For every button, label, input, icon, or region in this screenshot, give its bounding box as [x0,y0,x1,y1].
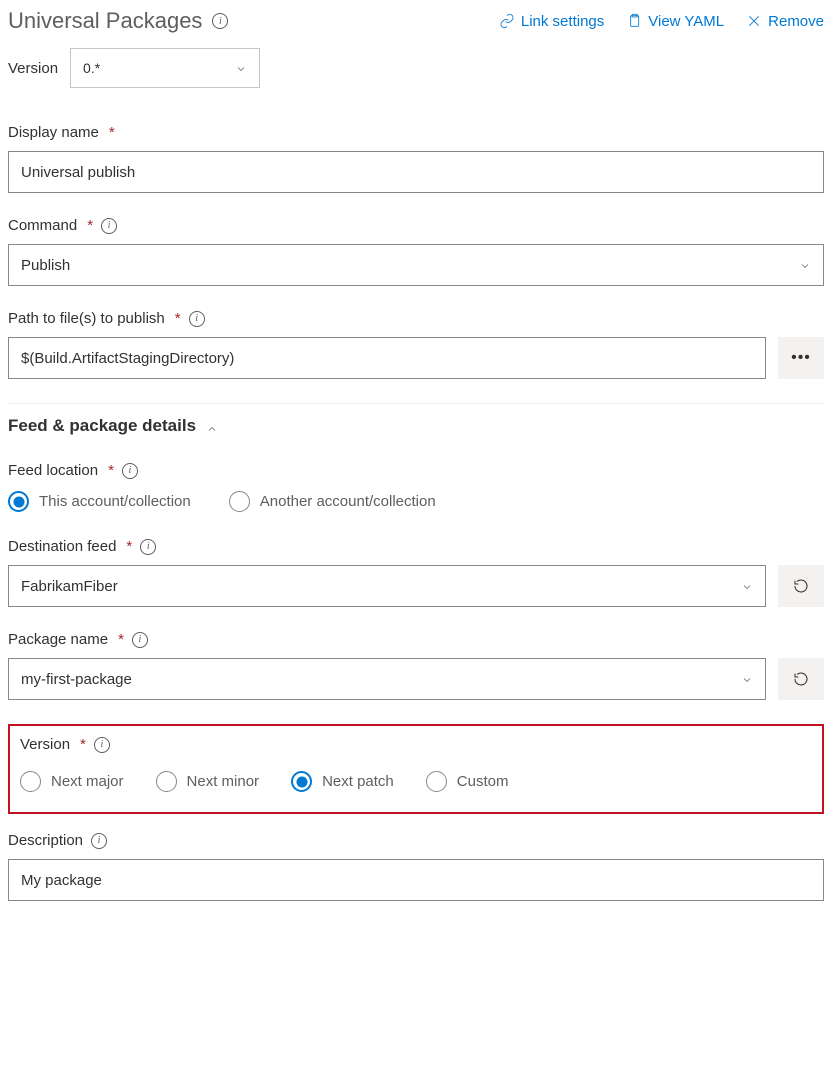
feed-location-another-label: Another account/collection [260,493,436,510]
chevron-up-icon [206,420,218,432]
chevron-down-icon [741,580,753,592]
package-name-value: my-first-package [21,671,132,688]
header-actions: Link settings View YAML Remove [499,13,824,30]
info-icon[interactable]: i [140,539,156,555]
top-version-value: 0.* [83,60,100,76]
clipboard-icon [626,13,642,29]
ellipsis-icon: ••• [791,349,811,367]
path-field: Path to file(s) to publish * i ••• [8,310,824,379]
version-patch-option[interactable]: Next patch [291,771,394,792]
path-input[interactable] [8,337,766,379]
section-title: Feed & package details [8,416,196,436]
path-label: Path to file(s) to publish [8,310,165,327]
version-minor-label: Next minor [187,773,260,790]
radio-checked-icon [291,771,312,792]
remove-button[interactable]: Remove [746,13,824,30]
info-icon[interactable]: i [122,463,138,479]
required-marker: * [85,217,93,234]
link-settings-button[interactable]: Link settings [499,13,604,30]
display-name-field: Display name * [8,124,824,193]
version-patch-label: Next patch [322,773,394,790]
feed-location-this-label: This account/collection [39,493,191,510]
required-marker: * [78,736,86,753]
header-row: Universal Packages i Link settings View … [8,8,824,34]
view-yaml-button[interactable]: View YAML [626,13,724,30]
required-marker: * [106,462,114,479]
package-name-select[interactable]: my-first-package [8,658,766,700]
destination-feed-field: Destination feed * i FabrikamFiber [8,538,824,607]
link-settings-label: Link settings [521,13,604,30]
info-icon[interactable]: i [94,737,110,753]
chevron-down-icon [799,259,811,271]
feed-location-this-option[interactable]: This account/collection [8,491,191,512]
command-label: Command [8,217,77,234]
refresh-icon [793,671,809,687]
refresh-icon [793,578,809,594]
version-major-label: Next major [51,773,124,790]
package-name-label: Package name [8,631,108,648]
title-group: Universal Packages i [8,8,228,34]
display-name-input[interactable] [8,151,824,193]
top-version-select[interactable]: 0.* [70,48,260,88]
top-version-row: Version 0.* [8,48,824,88]
page-title: Universal Packages [8,8,202,34]
command-select[interactable]: Publish [8,244,824,286]
info-icon[interactable]: i [212,13,228,29]
required-marker: * [116,631,124,648]
view-yaml-label: View YAML [648,13,724,30]
link-icon [499,13,515,29]
version-minor-option[interactable]: Next minor [156,771,260,792]
package-name-field: Package name * i my-first-package [8,631,824,700]
required-marker: * [124,538,132,555]
description-input[interactable] [8,859,824,901]
remove-label: Remove [768,13,824,30]
info-icon[interactable]: i [101,218,117,234]
destination-feed-label: Destination feed [8,538,116,555]
close-icon [746,13,762,29]
package-name-refresh-button[interactable] [778,658,824,700]
info-icon[interactable]: i [132,632,148,648]
radio-unchecked-icon [229,491,250,512]
radio-checked-icon [8,491,29,512]
radio-unchecked-icon [156,771,177,792]
destination-feed-select[interactable]: FabrikamFiber [8,565,766,607]
radio-unchecked-icon [426,771,447,792]
feed-location-field: Feed location * i This account/collection… [8,462,824,514]
info-icon[interactable]: i [91,833,107,849]
radio-unchecked-icon [20,771,41,792]
info-icon[interactable]: i [189,311,205,327]
display-name-label: Display name [8,124,99,141]
chevron-down-icon [741,673,753,685]
command-field: Command * i Publish [8,217,824,286]
command-value: Publish [21,257,70,274]
destination-feed-value: FabrikamFiber [21,578,118,595]
feed-location-label: Feed location [8,462,98,479]
version-highlight-box: Version * i Next major Next minor Next pa… [8,724,824,814]
path-browse-button[interactable]: ••• [778,337,824,379]
top-version-label: Version [8,60,58,77]
feed-location-another-option[interactable]: Another account/collection [229,491,436,512]
version-label: Version [20,736,70,753]
destination-feed-refresh-button[interactable] [778,565,824,607]
version-custom-label: Custom [457,773,509,790]
version-custom-option[interactable]: Custom [426,771,509,792]
chevron-down-icon [235,62,247,74]
version-major-option[interactable]: Next major [20,771,124,792]
required-marker: * [173,310,181,327]
description-field: Description i [8,832,824,901]
required-marker: * [107,124,115,141]
section-header[interactable]: Feed & package details [8,403,824,436]
description-label: Description [8,832,83,849]
